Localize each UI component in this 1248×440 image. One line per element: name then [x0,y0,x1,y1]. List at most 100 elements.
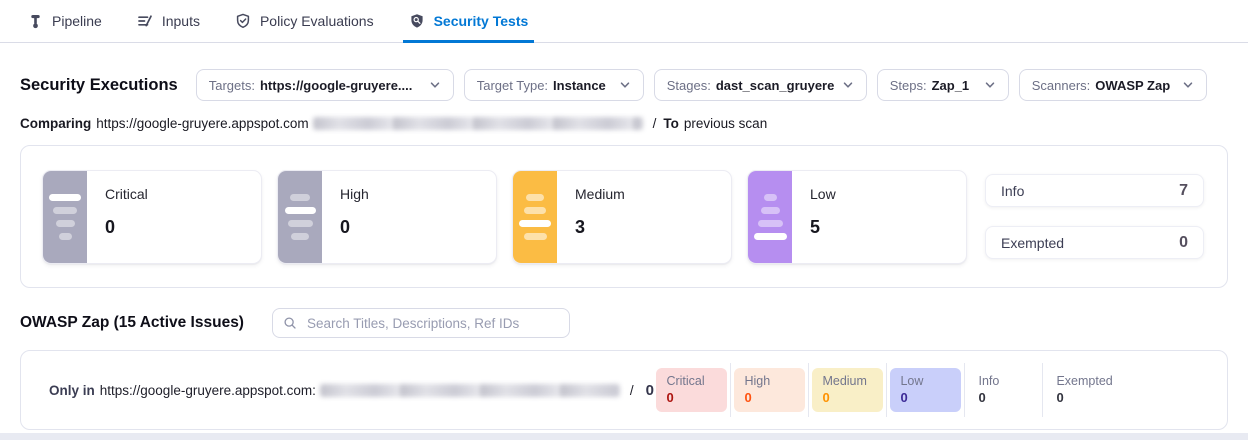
severity-label: Critical [105,186,148,202]
only-in-url: https://google-gruyere.appspot.com: [100,383,316,398]
dropdown-value: dast_scan_gruyere [716,78,835,93]
info-summary-card[interactable]: Info 7 [985,174,1204,207]
severity-count: 0 [340,217,369,238]
low-chip: Low 0 [890,368,961,412]
chevron-down-icon [834,79,854,91]
chip-value: 0 [744,390,795,406]
chevron-down-icon [976,79,996,91]
severity-summary-panel: Critical 0 High 0 Medium 3 Low 5 Info 7 … [20,145,1228,288]
medium-chip: Medium 0 [812,368,883,412]
low-level-icon [748,171,792,263]
issues-search-box[interactable] [272,308,570,338]
redacted-text [313,117,643,130]
severity-count: 3 [575,217,625,238]
medium-level-icon [513,171,557,263]
chip-divider [730,363,731,417]
high-chip: High 0 [734,368,805,412]
chip-value: 0 [1056,390,1120,406]
severity-count: 0 [1179,234,1188,252]
dropdown-label: Steps: [890,78,927,93]
chip-label: High [744,374,795,390]
high-level-icon [278,171,322,263]
chip-divider [886,363,887,417]
dropdown-label: Target Type: [477,78,548,93]
chip-value: 0 [822,390,873,406]
security-shield-search-icon [409,13,425,29]
chip-value: 0 [900,390,951,406]
chevron-down-icon [611,79,631,91]
tab-label: Security Tests [434,13,529,29]
chip-label: Critical [666,374,717,390]
comparing-line: Comparing https://google-gruyere.appspot… [20,116,1228,131]
comparing-label: Comparing [20,116,91,131]
comparing-separator: / [653,116,657,131]
tab-policy-evaluations[interactable]: Policy Evaluations [235,0,374,42]
dropdown-label: Targets: [209,78,255,93]
only-in-separator: / [630,383,634,398]
pipeline-icon [28,14,43,29]
info-chip: Info 0 [968,368,1039,412]
severity-label: Info [1001,183,1024,199]
security-executions-filters: Security Executions Targets: https://goo… [0,69,1248,101]
exempted-chip: Exempted 0 [1046,368,1130,412]
tab-inputs[interactable]: Inputs [137,0,200,42]
steps-dropdown[interactable]: Steps: Zap_1 [877,69,1009,101]
chip-value: 0 [978,390,1029,406]
comparing-to-value: previous scan [684,116,767,131]
severity-chip-row: Critical 0 High 0 Medium 0 Low 0 Info 0 … [656,363,1130,417]
tab-label: Policy Evaluations [260,13,374,29]
tab-security-tests[interactable]: Security Tests [409,0,529,42]
critical-level-icon [43,171,87,263]
chip-value: 0 [666,390,717,406]
exempted-summary-card[interactable]: Exempted 0 [985,226,1204,259]
chevron-down-icon [1174,79,1194,91]
tab-label: Pipeline [52,13,102,29]
severity-count: 5 [810,217,836,238]
dropdown-label: Stages: [667,78,711,93]
severity-label: Exempted [1001,235,1064,251]
severity-count: 7 [1179,182,1188,200]
dropdown-value: Instance [553,78,606,93]
scanners-dropdown[interactable]: Scanners: OWASP Zap [1019,69,1207,101]
critical-summary-card[interactable]: Critical 0 [42,170,262,264]
info-exempted-column: Info 7 Exempted 0 [985,174,1204,259]
severity-count: 0 [105,217,148,238]
page-bottom-divider [0,433,1248,440]
dropdown-value: Zap_1 [932,78,970,93]
policy-shield-check-icon [235,13,251,29]
page-title: Security Executions [20,76,178,95]
only-in-row[interactable]: Only in https://google-gruyere.appspot.c… [20,350,1228,430]
dropdown-label: Scanners: [1032,78,1091,93]
stages-dropdown[interactable]: Stages: dast_scan_gruyere [654,69,867,101]
chip-divider [808,363,809,417]
issues-section-title: OWASP Zap (15 Active Issues) [20,314,244,332]
execution-tabbar: Pipeline Inputs Policy Evaluations Secur… [0,0,1248,43]
search-input[interactable] [305,315,559,332]
severity-label: Medium [575,186,625,202]
critical-chip: Critical 0 [656,368,727,412]
dropdown-value: https://google-gruyere.... [260,78,412,93]
dropdown-value: OWASP Zap [1095,78,1170,93]
redacted-text [320,384,620,397]
target-type-dropdown[interactable]: Target Type: Instance [464,69,644,101]
severity-label: High [340,186,369,202]
comparing-to-label: To [663,116,679,131]
chip-label: Low [900,374,951,390]
only-in-label: Only in [49,383,95,398]
chip-label: Info [978,374,1029,390]
chip-divider [964,363,965,417]
medium-summary-card[interactable]: Medium 3 [512,170,732,264]
issues-section-header: OWASP Zap (15 Active Issues) [20,308,1228,338]
tab-label: Inputs [162,13,200,29]
low-summary-card[interactable]: Low 5 [747,170,967,264]
inputs-icon [137,13,153,29]
chip-label: Exempted [1056,374,1120,390]
search-icon [283,316,297,330]
comparing-url: https://google-gruyere.appspot.com [96,116,308,131]
tab-pipeline[interactable]: Pipeline [28,0,102,42]
chip-label: Medium [822,374,873,390]
high-summary-card[interactable]: High 0 [277,170,497,264]
targets-dropdown[interactable]: Targets: https://google-gruyere.... [196,69,454,101]
chevron-down-icon [421,79,441,91]
chip-divider [1042,363,1043,417]
